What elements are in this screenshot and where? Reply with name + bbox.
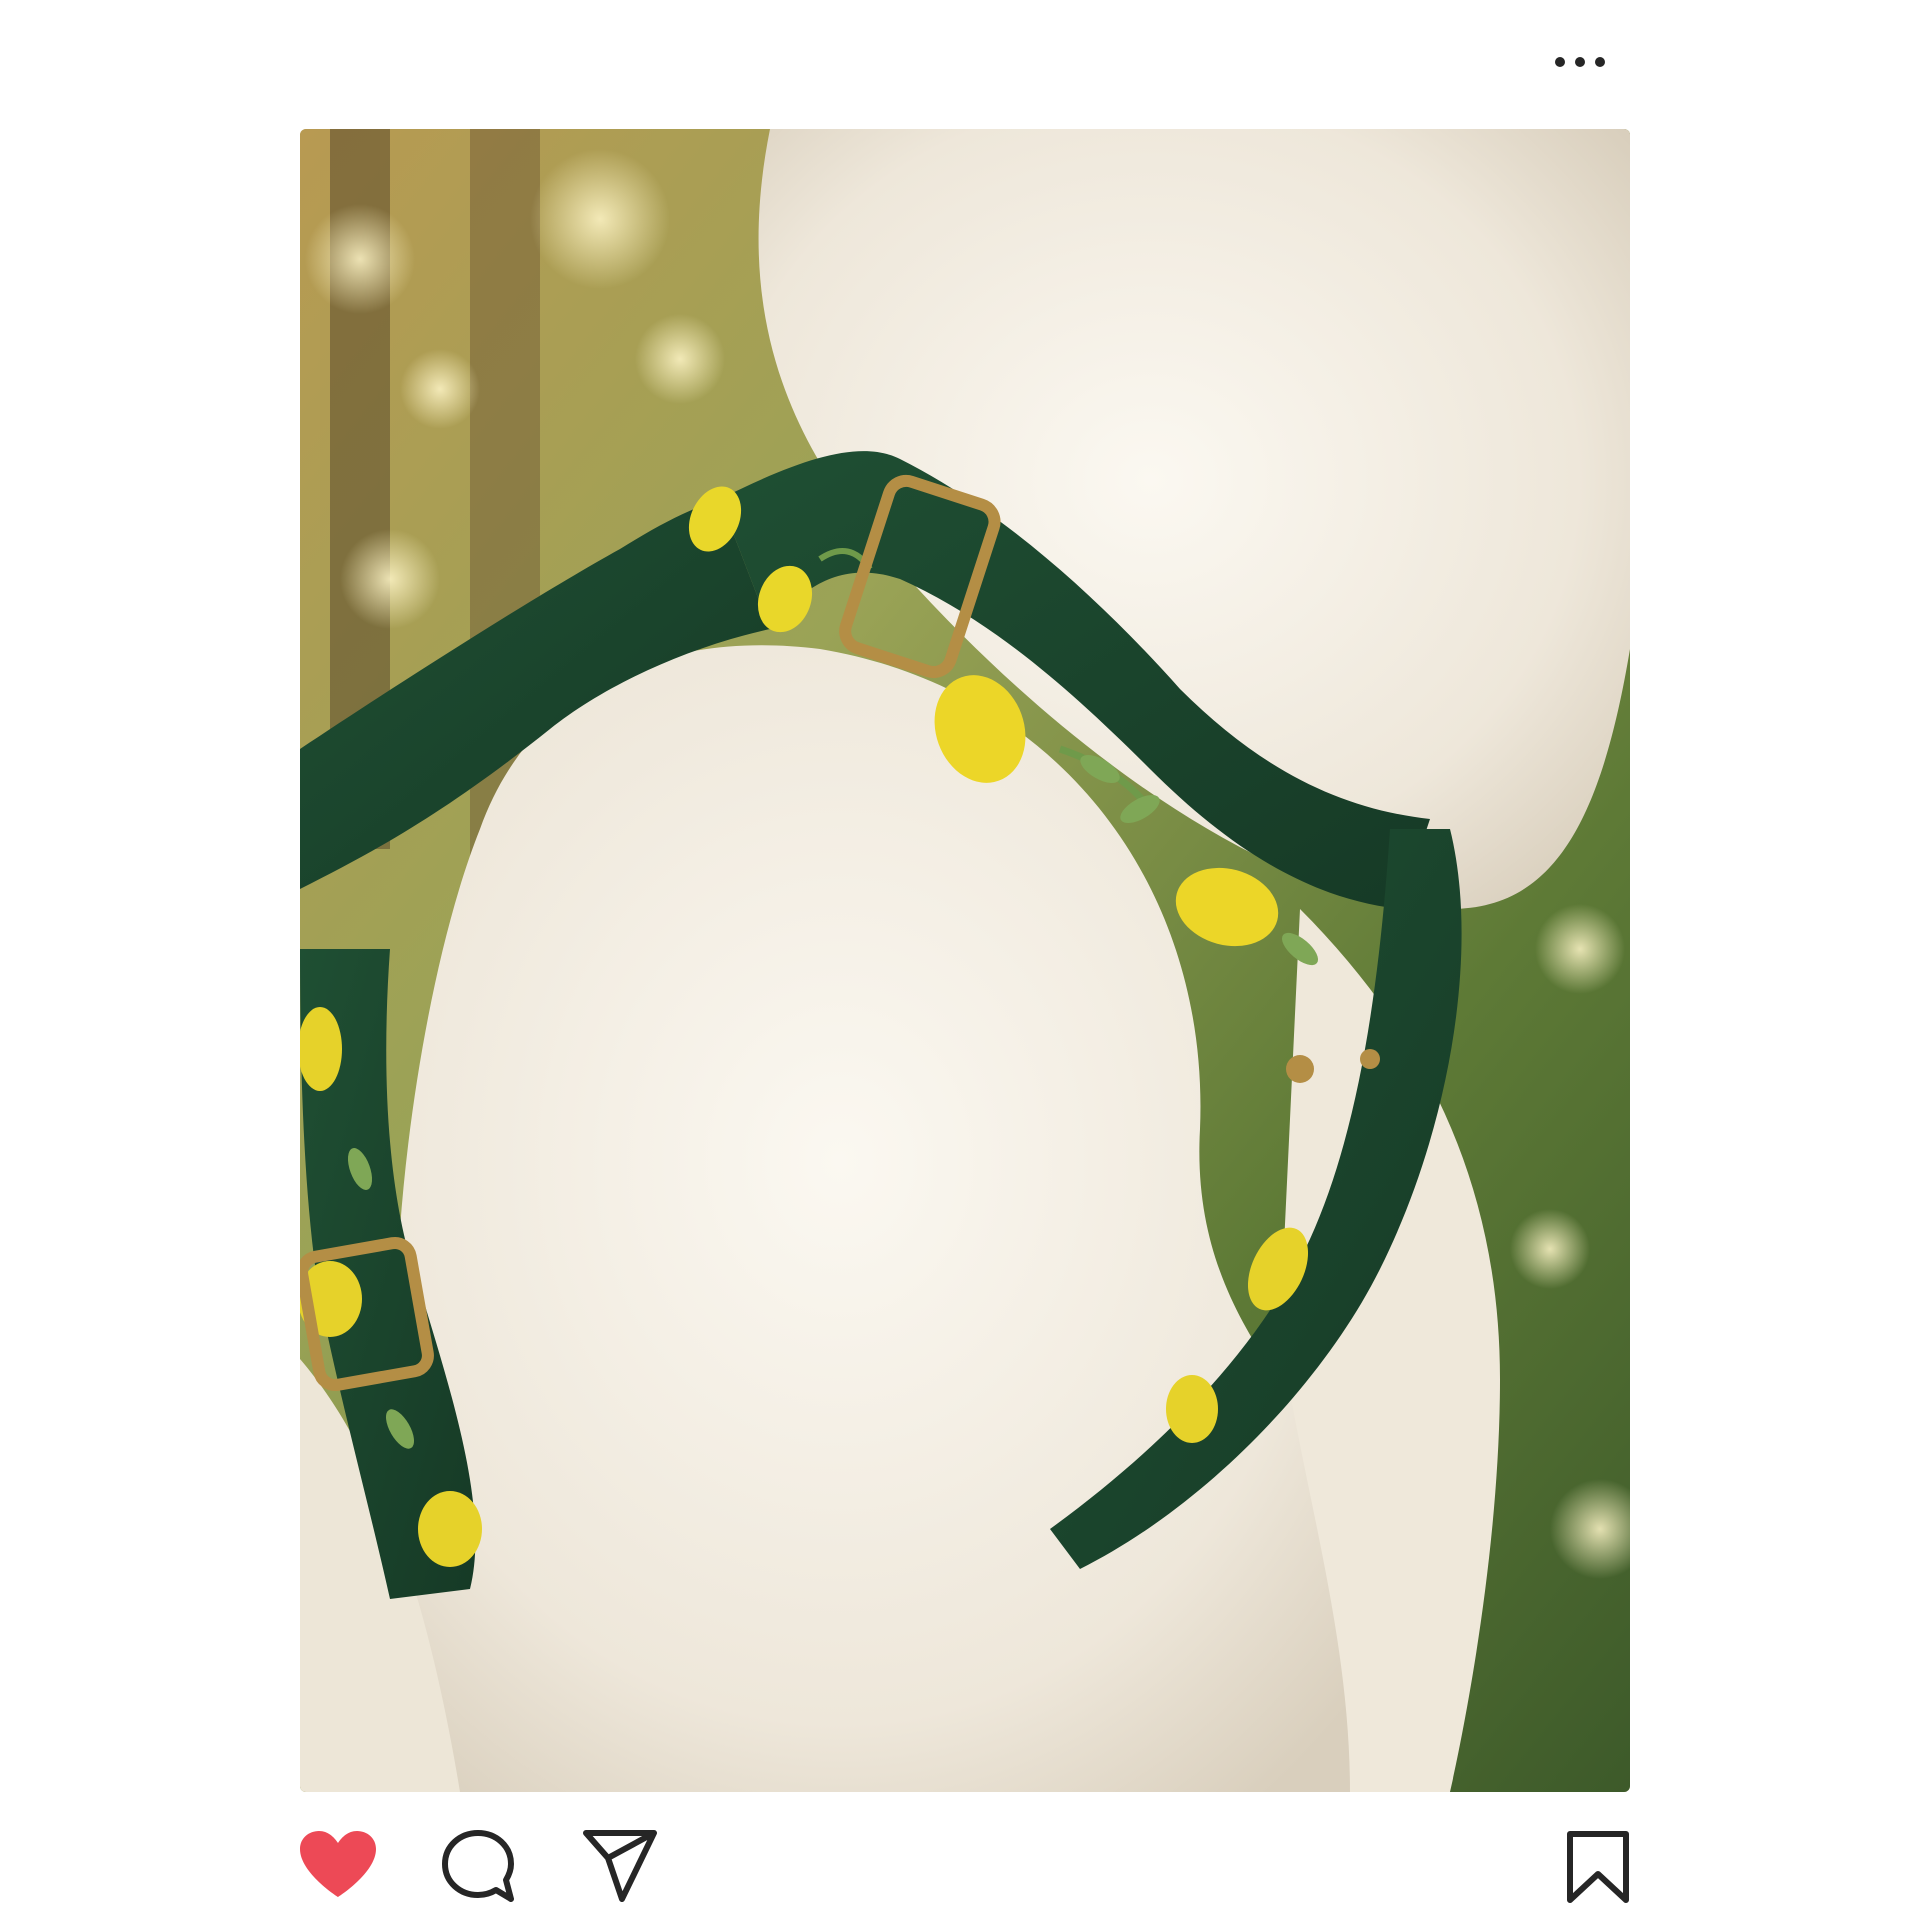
more-options-button[interactable] xyxy=(1548,44,1612,80)
post-card xyxy=(0,0,1920,1920)
heart-icon xyxy=(300,1831,376,1897)
comment-icon xyxy=(442,1830,514,1902)
save-button[interactable] xyxy=(1560,1826,1636,1908)
share-button[interactable] xyxy=(580,1826,660,1906)
comment-button[interactable] xyxy=(438,1826,518,1906)
send-icon xyxy=(583,1830,657,1902)
post-photo[interactable] xyxy=(300,129,1630,1792)
bookmark-icon xyxy=(1567,1831,1629,1903)
photo-content xyxy=(300,129,1630,1792)
more-horizontal-icon xyxy=(1555,57,1605,67)
like-button[interactable] xyxy=(296,1826,380,1902)
